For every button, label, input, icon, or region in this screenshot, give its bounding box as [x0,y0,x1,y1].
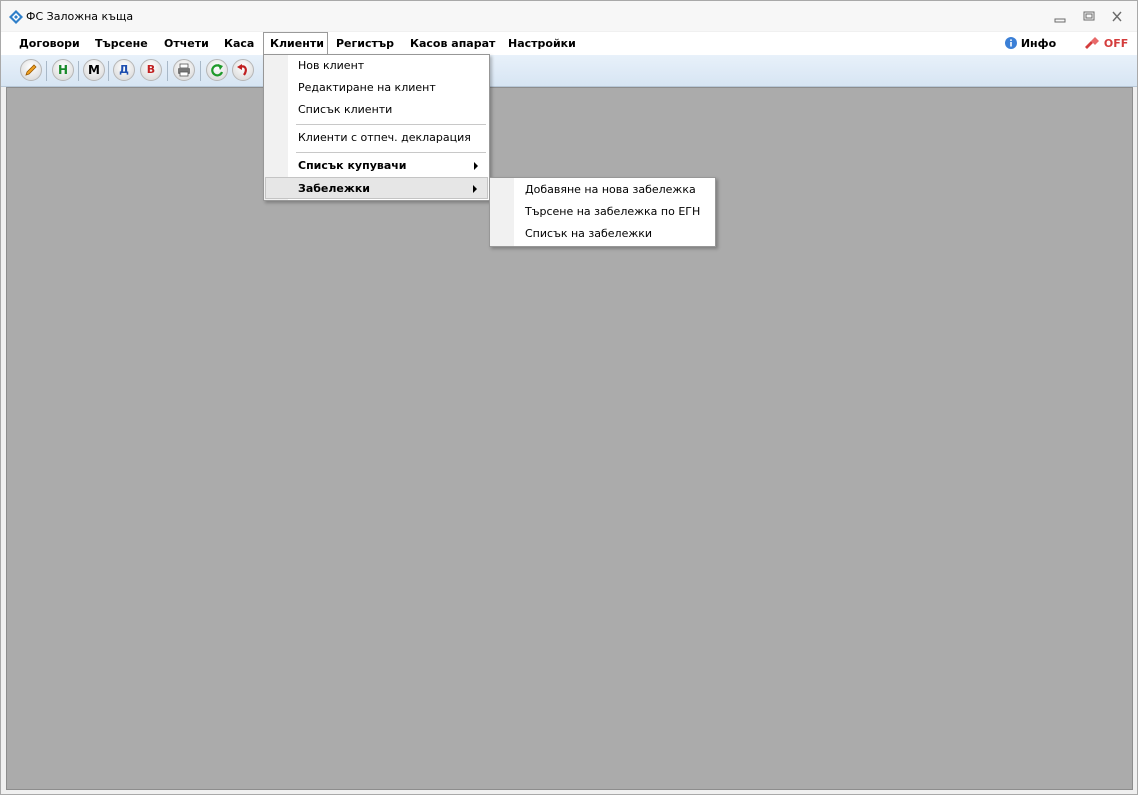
info-icon [1005,37,1017,49]
undo-red-button[interactable] [232,59,254,81]
off-button[interactable]: OFF [1084,32,1128,55]
menu-item-label: Списък клиенти [298,103,393,116]
close-icon[interactable] [1108,10,1126,24]
menu-item-label: Добавяне на нова забележка [525,183,696,196]
menu-item-client-list[interactable]: Списък клиенти [265,99,488,121]
toolbar-separator [167,61,168,81]
off-label: OFF [1103,37,1129,50]
menu-bar: Договори Търсене Отчети Каса Клиенти Рег… [1,32,1137,56]
menu-item-notes[interactable]: Забележки [265,177,488,199]
menu-reports[interactable]: Отчети [158,32,215,55]
green-arrow-icon [211,64,224,77]
toolbar: Н М Д В [1,55,1137,87]
menu-item-search-note-egn[interactable]: Търсене на забележка по ЕГН [491,201,714,223]
menu-item-edit-client[interactable]: Редактиране на клиент [265,77,488,99]
menu-item-clients-declaration[interactable]: Клиенти с отпеч. декларация [265,127,488,149]
menu-item-label: Забележки [298,182,371,195]
menu-clients[interactable]: Клиенти [263,32,328,56]
menu-cash-register[interactable]: Касов апарат [404,32,501,55]
menu-item-label: Редактиране на клиент [298,81,436,94]
edit-pencil-button[interactable] [20,59,42,81]
menu-separator [296,124,486,125]
menu-contracts[interactable]: Договори [13,32,86,55]
menu-item-buyers-list[interactable]: Списък купувачи [265,155,488,177]
new-button[interactable]: Н [52,59,74,81]
menu-item-label: Списък купувачи [298,159,407,172]
clients-dropdown: Нов клиент Редактиране на клиент Списък … [263,54,490,201]
menu-settings[interactable]: Настройки [502,32,582,55]
menu-item-label: Клиенти с отпеч. декларация [298,131,471,144]
print-button[interactable] [173,59,195,81]
maximize-icon[interactable] [1080,10,1098,24]
window-title: ФС Заложна къща [26,10,134,23]
printer-icon [178,63,190,77]
power-off-icon [1085,37,1099,49]
search-v-button[interactable]: В [140,59,162,81]
toolbar-separator [200,61,201,81]
menu-item-add-note[interactable]: Добавяне на нова забележка [491,179,714,201]
title-bar: ФС Заложна къща [1,1,1137,31]
notes-submenu: Добавяне на нова забележка Търсене на за… [489,177,716,247]
refresh-green-button[interactable] [206,59,228,81]
menu-cash[interactable]: Каса [218,32,260,55]
menu-item-label: Списък на забележки [525,227,653,240]
minimize-icon[interactable] [1051,10,1069,24]
toolbar-separator [78,61,79,81]
search-d-button[interactable]: Д [113,59,135,81]
menu-item-new-client[interactable]: Нов клиент [265,55,488,77]
pencil-icon [25,64,37,76]
info-label: Инфо [1020,37,1057,50]
submenu-arrow-icon [474,162,478,170]
red-arrow-icon [237,64,247,76]
toolbar-separator [46,61,47,81]
menu-register[interactable]: Регистър [330,32,400,55]
menu-item-label: Търсене на забележка по ЕГН [525,205,701,218]
menu-item-notes-list[interactable]: Списък на забележки [491,223,714,245]
menu-search[interactable]: Търсене [89,32,154,55]
menu-separator [296,152,486,153]
menu-item-label: Нов клиент [298,59,365,72]
m-button[interactable]: М [83,59,105,81]
app-logo-icon [9,10,23,24]
info-button[interactable]: Инфо [1005,32,1056,55]
app-window: ФС Заложна къща Договори Търсене Отчети … [0,0,1138,795]
submenu-arrow-icon [473,185,477,193]
toolbar-separator [108,61,109,81]
